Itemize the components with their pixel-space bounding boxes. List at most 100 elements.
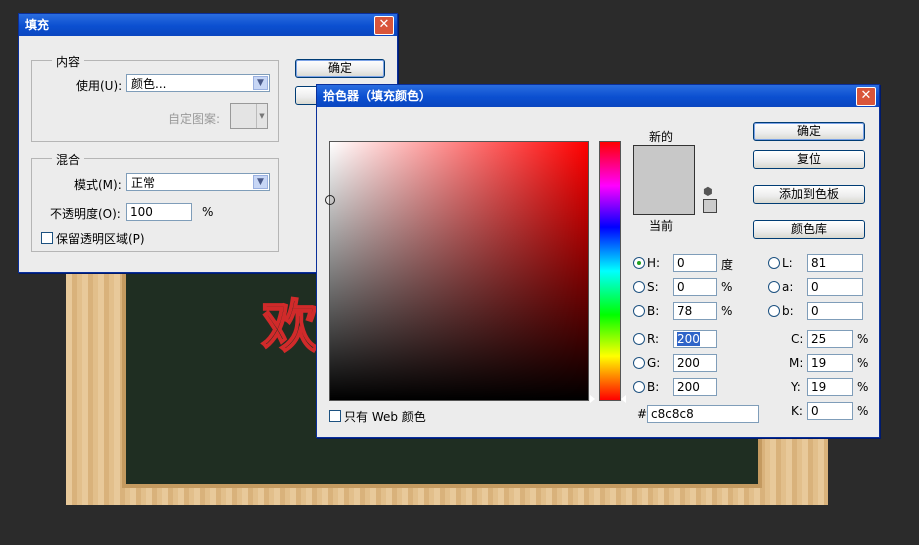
radio-blue[interactable] [633,381,645,393]
close-icon[interactable]: ✕ [856,87,876,106]
hex-label: # [637,407,648,421]
m-label: M: [789,356,804,370]
web-colors-only-label[interactable]: 只有 Web 颜色 [344,408,426,425]
c-label: C: [791,332,804,346]
s-unit: % [721,280,733,294]
y-input[interactable]: 19 [807,378,853,396]
fill-dialog-titlebar[interactable]: 填充 ✕ [19,14,397,36]
brightness-input[interactable]: 78 [673,302,717,320]
h-unit: 度 [721,258,734,272]
chevron-down-icon: ▼ [253,76,268,90]
color-picker-titlebar[interactable]: 拾色器（填充颜色） ✕ [317,85,879,107]
k-value: 0 [811,404,819,418]
custom-pattern-label: 自定图案: [168,112,221,126]
picker-ok-button[interactable]: 确定 [753,122,865,141]
blend-group: 混合 模式(M): 正常 ▼ 不透明度(O): 100 % 保留透明区域(P) [31,151,279,252]
k-input[interactable]: 0 [807,402,853,420]
r-input[interactable]: 200 [673,330,717,348]
color-picker-dialog: 拾色器（填充颜色） ✕ 新的 当前 ⬢ 确定 复位 添加到色板 颜色库 H: 0… [316,84,880,438]
color-picker-title: 拾色器（填充颜色） [323,89,432,103]
hue-slider[interactable] [599,141,621,401]
blend-group-label: 混合 [52,151,85,168]
m-value: 19 [811,356,827,370]
color-swatch [633,145,695,215]
blue-label: B: [647,380,660,394]
use-select[interactable]: 颜色... ▼ [126,74,270,92]
radio-g[interactable] [633,357,645,369]
h-value: 0 [677,256,685,270]
mode-select-value: 正常 [131,176,156,190]
g-value: 200 [677,356,700,370]
color-libraries-button[interactable]: 颜色库 [753,220,865,239]
c-value: 25 [811,332,827,346]
b-label: b: [782,304,794,318]
m-unit: % [857,356,869,370]
chevron-down-icon: ▼ [256,104,267,128]
s-input[interactable]: 0 [673,278,717,296]
mode-label: 模式(M): [74,178,122,192]
hue-slider-right-handle-icon[interactable] [621,395,626,403]
brightness-unit: % [721,304,733,318]
blue-input[interactable]: 200 [673,378,717,396]
a-value: 0 [811,280,819,294]
radio-h[interactable] [633,257,645,269]
k-unit: % [857,404,869,418]
brightness-value: 78 [677,304,693,318]
close-icon[interactable]: ✕ [374,16,394,35]
radio-s[interactable] [633,281,645,293]
opacity-label: 不透明度(O): [50,207,121,221]
hue-slider-left-handle-icon[interactable] [590,395,595,403]
s-label: S: [647,280,659,294]
c-input[interactable]: 25 [807,330,853,348]
blue-value: 200 [677,380,700,394]
radio-b[interactable] [768,305,780,317]
new-color-label: 新的 [649,130,674,144]
b-value: 0 [811,304,819,318]
preserve-transparency-label[interactable]: 保留透明区域(P) [56,230,145,247]
mode-select[interactable]: 正常 ▼ [126,173,270,191]
brightness-label: B: [647,304,660,318]
b-input[interactable]: 0 [807,302,863,320]
opacity-unit: % [202,205,214,219]
radio-brightness[interactable] [633,305,645,317]
opacity-input[interactable]: 100 [126,203,192,221]
content-group: 内容 使用(U): 颜色... ▼ 自定图案: ▼ [31,53,279,142]
web-safe-swatch[interactable] [703,199,717,213]
color-picker-marker-icon[interactable] [325,195,335,205]
c-unit: % [857,332,869,346]
fill-dialog-title: 填充 [25,18,50,32]
radio-a[interactable] [768,281,780,293]
l-label: L: [782,256,793,270]
m-input[interactable]: 19 [807,354,853,372]
y-value: 19 [811,380,827,394]
out-of-web-gamut-cube-icon[interactable]: ⬢ [703,185,713,198]
g-input[interactable]: 200 [673,354,717,372]
y-unit: % [857,380,869,394]
current-color-label: 当前 [649,219,674,233]
board-text: 欢 [261,294,319,361]
s-value: 0 [677,280,685,294]
add-to-swatches-button[interactable]: 添加到色板 [753,185,865,204]
h-input[interactable]: 0 [673,254,717,272]
r-value: 200 [677,332,700,346]
custom-pattern-picker[interactable]: ▼ [230,103,268,129]
saturation-brightness-field[interactable] [325,141,589,401]
web-colors-only-checkbox[interactable] [329,410,341,422]
l-input[interactable]: 81 [807,254,863,272]
fill-ok-button[interactable]: 确定 [295,59,385,78]
reset-button[interactable]: 复位 [753,150,865,169]
preserve-transparency-checkbox[interactable] [41,232,53,244]
h-label: H: [647,256,661,270]
chevron-down-icon: ▼ [253,175,268,189]
hex-input[interactable]: c8c8c8 [647,405,759,423]
content-group-label: 内容 [52,53,85,70]
k-label: K: [791,404,803,418]
new-color-swatch [634,146,694,180]
y-label: Y: [791,380,801,394]
a-input[interactable]: 0 [807,278,863,296]
radio-r[interactable] [633,333,645,345]
r-label: R: [647,332,660,346]
hex-value: c8c8c8 [651,407,694,421]
radio-l[interactable] [768,257,780,269]
current-color-swatch[interactable] [634,180,694,214]
